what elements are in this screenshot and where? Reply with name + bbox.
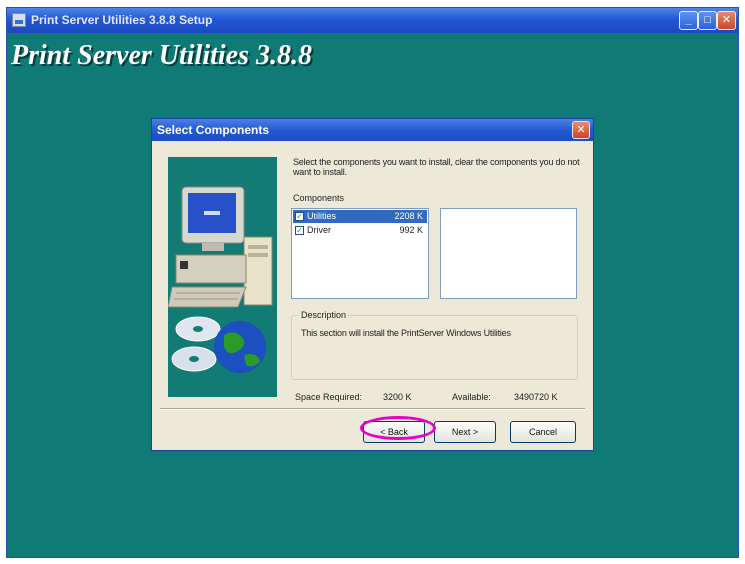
- list-item[interactable]: ✓ Utilities 2208 K: [293, 210, 427, 223]
- checkbox-icon[interactable]: ✓: [295, 226, 304, 235]
- close-icon[interactable]: ✕: [717, 11, 736, 30]
- available-value: 3490720 K: [514, 392, 558, 402]
- component-name: Driver: [307, 225, 331, 235]
- close-icon[interactable]: ✕: [572, 121, 590, 139]
- space-required-label: Space Required:: [295, 392, 363, 402]
- next-button[interactable]: Next >: [434, 421, 496, 443]
- components-label: Components: [293, 193, 345, 203]
- description-text: This section will install the PrintServe…: [301, 328, 511, 338]
- minimize-button[interactable]: _: [679, 11, 698, 30]
- maximize-button[interactable]: □: [698, 11, 717, 30]
- checkbox-icon[interactable]: ✓: [295, 212, 304, 221]
- cd-globe-icon: [171, 316, 266, 373]
- app-heading: Print Server Utilities 3.8.8: [11, 40, 312, 71]
- subcomponents-list[interactable]: [440, 208, 577, 299]
- select-components-dialog: Select Components ✕ Select the component…: [151, 118, 594, 451]
- components-list[interactable]: ✓ Utilities 2208 K ✓ Driver 992 K: [291, 208, 429, 299]
- list-item[interactable]: ✓ Driver 992 K: [293, 224, 427, 237]
- button-separator: [160, 408, 585, 410]
- description-label: Description: [299, 310, 349, 320]
- component-name: Utilities: [307, 211, 337, 221]
- setup-icon: [12, 13, 26, 27]
- dialog-titlebar[interactable]: Select Components ✕: [152, 119, 593, 141]
- available-label: Available:: [452, 392, 491, 402]
- setup-artwork: [168, 157, 277, 397]
- space-required-value: 3200 K: [383, 392, 412, 402]
- back-button-highlight: [360, 416, 436, 440]
- instructions-text: Select the components you want to instal…: [293, 157, 580, 177]
- cancel-button[interactable]: Cancel: [510, 421, 576, 443]
- window-titlebar[interactable]: Print Server Utilities 3.8.8 Setup _ □ ✕: [7, 8, 738, 33]
- component-size: 2208 K: [394, 211, 423, 221]
- window-title: Print Server Utilities 3.8.8 Setup: [31, 13, 213, 27]
- description-group: Description This section will install th…: [291, 310, 578, 380]
- component-size: 992 K: [399, 225, 423, 235]
- dialog-title: Select Components: [157, 123, 270, 137]
